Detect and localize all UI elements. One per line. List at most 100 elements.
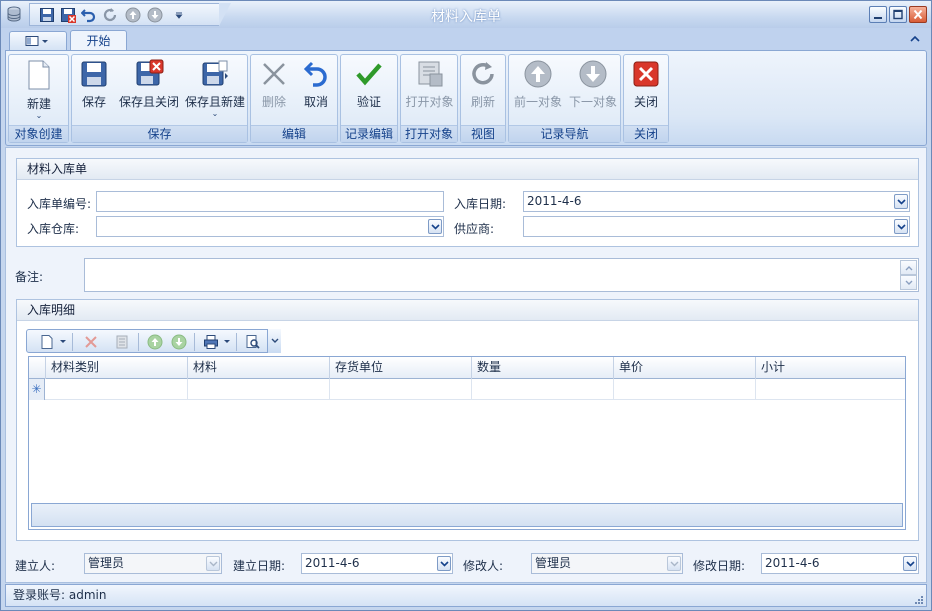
warehouse-select[interactable] (96, 216, 444, 237)
open-object-icon (418, 61, 442, 87)
detail-panel-title: 入库明细 (17, 300, 918, 321)
new-row-star-icon: ✳ (29, 379, 45, 400)
new-dropdown-arrow[interactable]: ⌄ (11, 112, 67, 120)
modified-date-value: 2011-4-6 (765, 556, 820, 570)
toolbar-overflow-button[interactable] (267, 329, 281, 353)
close-button[interactable]: 关闭 (625, 59, 667, 125)
delete-button[interactable]: 删除 (253, 59, 295, 125)
grid-header: 材料类别 材料 存货单位 数量 单价 小计 (29, 357, 905, 379)
save-close-button[interactable]: 保存且关闭 (117, 59, 181, 125)
chevron-down-icon[interactable] (59, 338, 67, 346)
scroll-down-button[interactable] (900, 275, 917, 290)
supplier-label: 供应商: (454, 222, 495, 236)
application-menu-button[interactable] (9, 31, 67, 50)
chevron-down-icon[interactable] (223, 338, 231, 346)
column-header-quantity[interactable]: 数量 (472, 357, 614, 379)
minimize-icon (874, 17, 882, 19)
chevron-down-icon (271, 338, 279, 343)
group-label: 保存 (72, 125, 247, 142)
open-object-button[interactable]: 打开对象 (402, 59, 457, 125)
grid-cell[interactable] (756, 379, 905, 400)
supplier-dropdown-button[interactable] (894, 219, 908, 234)
tab-start[interactable]: 开始 (70, 30, 127, 51)
move-down-icon[interactable] (171, 334, 187, 350)
save-label: 保存 (81, 95, 106, 109)
date-value: 2011-4-6 (527, 194, 582, 208)
toolbar-separator (138, 333, 139, 351)
grid-cell[interactable] (46, 379, 188, 400)
print-icon[interactable] (203, 334, 219, 350)
column-header-stock-unit[interactable]: 存货单位 (330, 357, 472, 379)
modified-date-field[interactable]: 2011-4-6 (761, 553, 919, 574)
status-bar: 登录账号: admin (5, 584, 927, 607)
save-new-button[interactable]: 保存且新建 ⌄ (183, 59, 247, 125)
column-header-unit-price[interactable]: 单价 (614, 357, 756, 379)
previous-object-button[interactable]: 前一对象 (511, 59, 565, 125)
chevron-down-icon (906, 561, 915, 567)
remark-textarea[interactable] (84, 258, 919, 292)
login-account-text: 登录账号: admin (13, 588, 107, 602)
creator-dropdown-button[interactable] (206, 556, 220, 571)
new-document-icon (28, 60, 50, 90)
group-object-create: 新建 ⌄ 对象创建 (8, 54, 69, 143)
save-close-label: 保存且关闭 (118, 95, 179, 109)
modified-date-dropdown-button[interactable] (903, 556, 917, 571)
refresh-button[interactable]: 刷新 (462, 59, 504, 125)
creator-value: 管理员 (88, 556, 125, 570)
close-window-button[interactable] (909, 6, 927, 23)
modifier-dropdown-button[interactable] (667, 556, 681, 571)
modifier-field[interactable]: 管理员 (531, 553, 683, 574)
close-icon (913, 9, 923, 20)
save-button[interactable]: 保存 (74, 59, 114, 125)
edit-row-icon[interactable] (114, 334, 130, 350)
group-open-object: 打开对象 打开对象 (400, 54, 458, 143)
new-row-icon[interactable] (39, 334, 55, 350)
creator-field[interactable]: 管理员 (84, 553, 222, 574)
header-panel: 材料入库单 入库单编号: 入库日期: 2011-4-6 入库仓库: 供应商: (16, 158, 919, 247)
window-title: 材料入库单 (431, 9, 501, 25)
collapse-ribbon-icon[interactable] (909, 33, 921, 45)
new-button[interactable]: 新建 ⌄ (11, 59, 67, 125)
scroll-up-button[interactable] (900, 260, 917, 275)
created-date-label: 建立日期: (233, 559, 286, 573)
column-header-subtotal[interactable]: 小计 (756, 357, 905, 379)
date-dropdown-button[interactable] (894, 194, 908, 209)
search-icon[interactable] (245, 334, 261, 350)
supplier-select[interactable] (523, 216, 910, 237)
next-object-button[interactable]: 下一对象 (566, 59, 620, 125)
modified-date-label: 修改日期: (693, 559, 746, 573)
new-item-row[interactable]: ✳ (29, 379, 905, 400)
move-up-icon[interactable] (147, 334, 163, 350)
resize-grip-icon[interactable] (913, 594, 923, 604)
close-red-icon (633, 61, 659, 87)
grid-cell[interactable] (614, 379, 756, 400)
maximize-button[interactable] (889, 6, 907, 23)
created-date-dropdown-button[interactable] (437, 556, 451, 571)
column-header-material-category[interactable]: 材料类别 (46, 357, 188, 379)
grid-cell[interactable] (472, 379, 614, 400)
save-new-dropdown-arrow[interactable]: ⌄ (183, 110, 247, 118)
warehouse-dropdown-button[interactable] (428, 219, 442, 234)
validate-label: 验证 (356, 95, 381, 109)
arrow-down-icon (579, 60, 607, 88)
group-save: 保存 保存且关闭 保存且新建 ⌄ 保存 (71, 54, 248, 143)
refresh-icon (472, 62, 494, 85)
group-label: 关闭 (624, 125, 668, 142)
date-input[interactable]: 2011-4-6 (523, 191, 910, 212)
code-input[interactable] (96, 191, 444, 212)
delete-row-icon[interactable] (83, 334, 99, 350)
group-label: 对象创建 (9, 125, 68, 142)
toolbar-separator (72, 333, 73, 351)
checkmark-icon (356, 63, 382, 86)
grid-cell[interactable] (330, 379, 472, 400)
validate-button[interactable]: 验证 (343, 59, 395, 125)
minimize-button[interactable] (869, 6, 887, 23)
header-panel-title: 材料入库单 (17, 159, 918, 180)
detail-grid: 材料类别 材料 存货单位 数量 单价 小计 ✳ (28, 356, 906, 530)
grid-cell[interactable] (188, 379, 330, 400)
column-header-material[interactable]: 材料 (188, 357, 330, 379)
created-date-field[interactable]: 2011-4-6 (301, 553, 453, 574)
group-label: 视图 (461, 125, 505, 142)
group-view: 刷新 视图 (460, 54, 506, 143)
cancel-button[interactable]: 取消 (295, 59, 337, 125)
